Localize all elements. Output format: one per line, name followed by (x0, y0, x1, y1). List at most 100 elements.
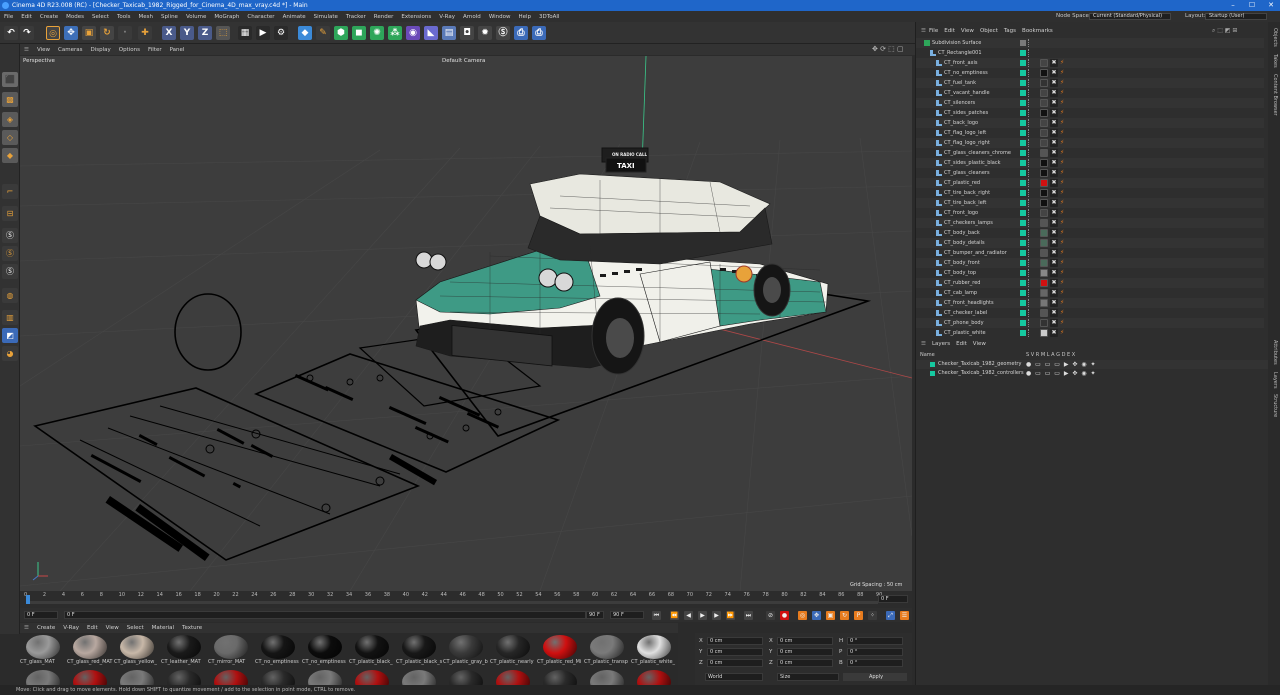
visibility-dots[interactable] (1028, 209, 1030, 217)
material-swatch[interactable]: CT_no_emptiness (255, 634, 301, 667)
visibility-dots[interactable] (1028, 329, 1030, 337)
visibility-dots[interactable] (1028, 229, 1030, 237)
uvw-tag-icon[interactable]: ✖ (1050, 69, 1058, 77)
autokey-icon[interactable]: ◎ (798, 611, 807, 620)
mat-menu-texture[interactable]: Texture (178, 623, 206, 633)
visibility-dots[interactable] (1028, 119, 1030, 127)
layer-color-swatch[interactable] (1020, 220, 1026, 226)
material-tag-icon[interactable] (1040, 139, 1048, 147)
material-tag-icon[interactable] (1040, 89, 1048, 97)
uvw-tag-icon[interactable]: ✖ (1050, 219, 1058, 227)
coord-field[interactable]: 0 ° (847, 659, 903, 667)
object-row[interactable]: CT_silencers ✖ ⚡ (916, 98, 1264, 108)
uvw-tag-icon[interactable]: ✖ (1050, 299, 1058, 307)
close-button[interactable]: ✕ (1262, 0, 1280, 11)
phong-tag-icon[interactable]: ⚡ (1060, 229, 1068, 237)
material-tag-icon[interactable] (1040, 299, 1048, 307)
visibility-dots[interactable] (1028, 239, 1030, 247)
phong-tag-icon[interactable]: ⚡ (1060, 299, 1068, 307)
object-row[interactable]: CT_phone_body ✖ ⚡ (916, 318, 1264, 328)
uvw-tag-icon[interactable]: ✖ (1050, 259, 1058, 267)
layer-color-swatch[interactable] (1020, 80, 1026, 86)
material-swatch-row2[interactable] (443, 669, 489, 685)
mat-menu-vray[interactable]: V-Ray (59, 623, 83, 633)
phong-tag-icon[interactable]: ⚡ (1060, 99, 1068, 107)
tab-takes[interactable]: Takes (1272, 54, 1278, 68)
object-row[interactable]: CT_body_front ✖ ⚡ (916, 258, 1264, 268)
visibility-dots[interactable] (1028, 49, 1030, 57)
playhead[interactable] (26, 595, 30, 604)
material-swatch-row2[interactable] (208, 669, 254, 685)
material-tag-icon[interactable] (1040, 119, 1048, 127)
viewport-nav-icons[interactable]: ✥ ⟳ ⬚ ▢ (872, 44, 904, 55)
material-tag-icon[interactable] (1040, 259, 1048, 267)
layer-color-swatch[interactable] (1020, 210, 1026, 216)
minimize-button[interactable]: – (1224, 0, 1242, 11)
material-swatch[interactable]: CT_plastic_black_s (396, 634, 442, 667)
material-tag-icon[interactable] (1040, 109, 1048, 117)
visibility-dots[interactable] (1028, 259, 1030, 267)
material-tag-icon[interactable] (1040, 249, 1048, 257)
uvw-tag-icon[interactable]: ✖ (1050, 199, 1058, 207)
uvw-tag-icon[interactable]: ✖ (1050, 119, 1058, 127)
visibility-dots[interactable] (1028, 249, 1030, 257)
layer-color-swatch[interactable] (1020, 300, 1026, 306)
phong-tag-icon[interactable]: ⚡ (1060, 279, 1068, 287)
object-row[interactable]: CT_tire_back_left ✖ ⚡ (916, 198, 1264, 208)
uvw-tag-icon[interactable]: ✖ (1050, 139, 1058, 147)
object-row[interactable]: CT_body_details ✖ ⚡ (916, 238, 1264, 248)
obj-menu-object[interactable]: Object (977, 26, 1001, 36)
perspective-viewport[interactable]: ON RADIO CALL TAXI Perspective Default C… (20, 56, 912, 591)
model-mode-icon[interactable]: ⬛ (2, 72, 18, 87)
phong-tag-icon[interactable]: ⚡ (1060, 119, 1068, 127)
layer-color-swatch[interactable] (1020, 110, 1026, 116)
visibility-dots[interactable] (1028, 219, 1030, 227)
layer-panel-icon[interactable]: ☰ (918, 341, 929, 347)
material-tag-icon[interactable] (1040, 269, 1048, 277)
vray-s-icon-3[interactable]: Ⓢ (2, 264, 18, 279)
object-row[interactable]: CT_body_top ✖ ⚡ (916, 268, 1264, 278)
object-row[interactable]: Subdivision Surface (916, 38, 1264, 48)
uvw-tag-icon[interactable]: ✖ (1050, 169, 1058, 177)
visibility-dots[interactable] (1028, 149, 1030, 157)
layer-color-swatch[interactable] (1020, 70, 1026, 76)
key-param-icon[interactable]: P (854, 611, 863, 620)
layer-color-swatch[interactable] (1020, 310, 1026, 316)
layer-color-swatch[interactable] (930, 362, 935, 367)
layer-color-swatch[interactable] (1020, 60, 1026, 66)
object-row[interactable]: CT_no_emptiness ✖ ⚡ (916, 68, 1264, 78)
material-tag-icon[interactable] (1040, 289, 1048, 297)
material-tag-icon[interactable] (1040, 189, 1048, 197)
object-row[interactable]: CT_rubber_red ✖ ⚡ (916, 278, 1264, 288)
phong-tag-icon[interactable]: ⚡ (1060, 89, 1068, 97)
pen-spline-icon[interactable]: ✎ (316, 26, 330, 40)
material-swatch[interactable]: CT_plastic_white_ (631, 634, 677, 667)
timeline-track[interactable] (26, 601, 878, 604)
material-swatch-row2[interactable] (161, 669, 207, 685)
phong-tag-icon[interactable]: ⚡ (1060, 259, 1068, 267)
material-swatch[interactable]: CT_glass_MAT (20, 634, 66, 667)
uvw-tag-icon[interactable]: ✖ (1050, 59, 1058, 67)
uvw-tag-icon[interactable]: ✖ (1050, 229, 1058, 237)
object-row[interactable]: CT_tire_back_right ✖ ⚡ (916, 188, 1264, 198)
layer-color-swatch[interactable] (1020, 50, 1026, 56)
viewport-menu-options[interactable]: Options (115, 45, 144, 56)
visibility-dots[interactable] (1028, 289, 1030, 297)
cube-primitive-icon[interactable]: ◆ (298, 26, 312, 40)
phong-tag-icon[interactable]: ⚡ (1060, 149, 1068, 157)
material-tag-icon[interactable] (1040, 319, 1048, 327)
goto-start-icon[interactable]: ⏮ (652, 611, 661, 620)
viewport-menu-view[interactable]: View (33, 45, 54, 56)
object-row[interactable]: CT_Rectangle001 (916, 48, 1264, 58)
phong-tag-icon[interactable]: ⚡ (1060, 179, 1068, 187)
key-rot-icon[interactable]: ↻ (840, 611, 849, 620)
material-swatch-row2[interactable] (349, 669, 395, 685)
layer-menu-view[interactable]: View (970, 341, 989, 347)
mograph-icon[interactable]: ⁂ (388, 26, 402, 40)
material-swatch-row2[interactable] (20, 669, 66, 685)
visibility-dots[interactable] (1028, 59, 1030, 67)
uvw-tag-icon[interactable]: ✖ (1050, 109, 1058, 117)
mat-menu-material[interactable]: Material (148, 623, 178, 633)
phong-tag-icon[interactable]: ⚡ (1060, 219, 1068, 227)
layer-color-swatch[interactable] (1020, 200, 1026, 206)
